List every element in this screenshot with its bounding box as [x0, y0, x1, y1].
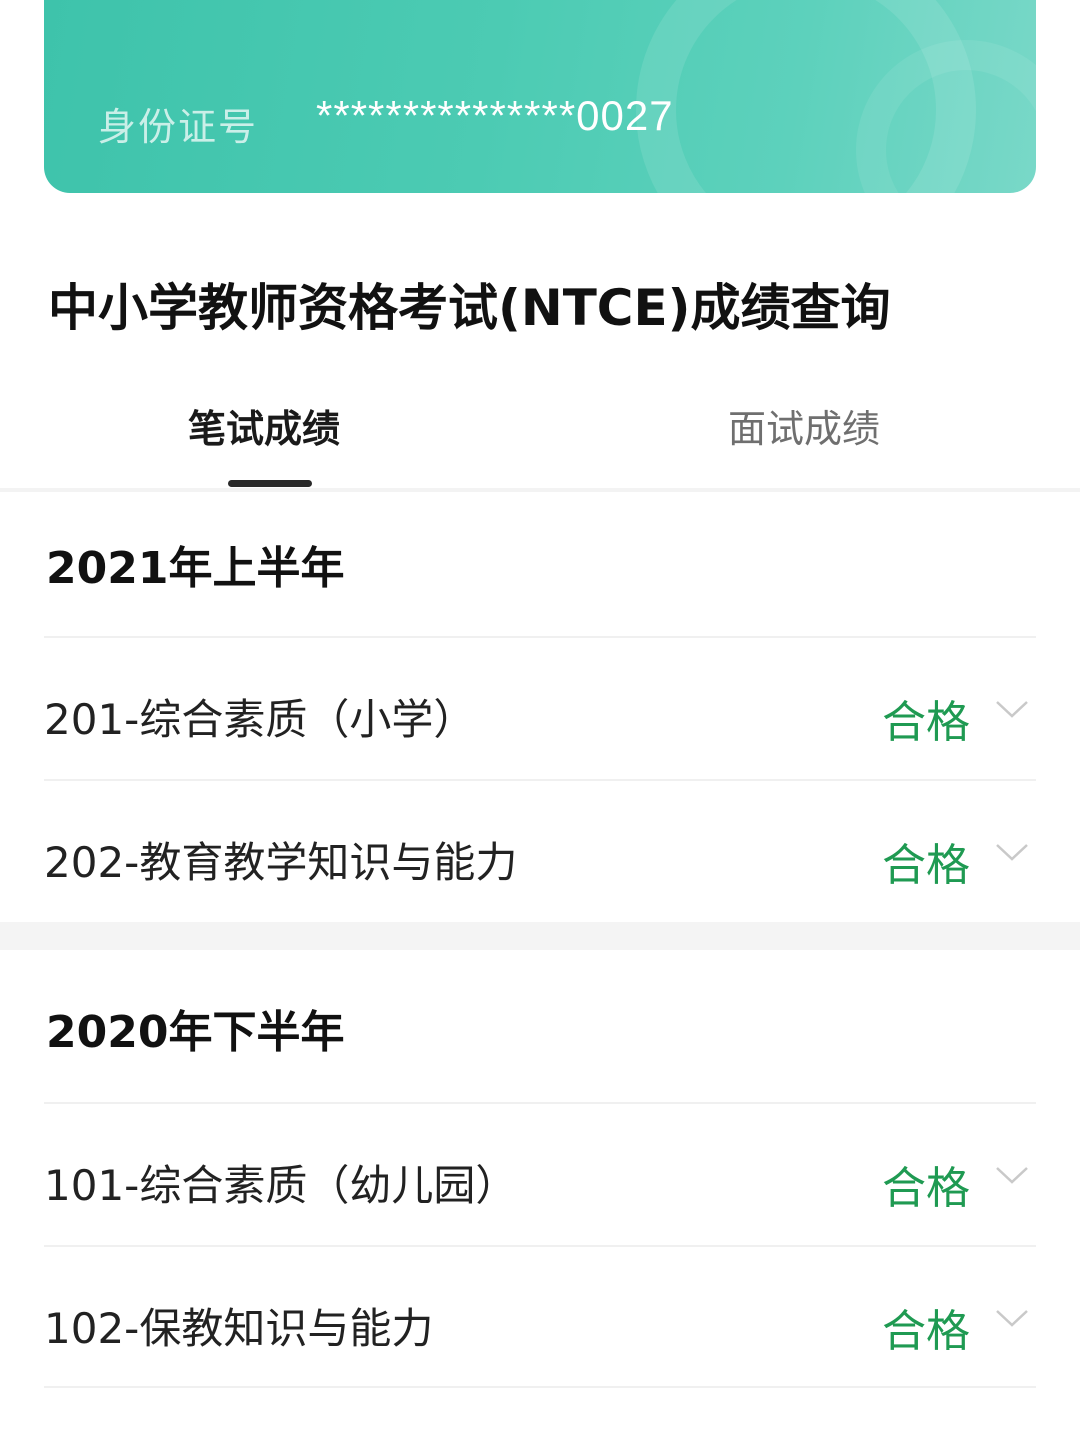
subject-row[interactable]: 102-保教知识与能力 合格 — [44, 1245, 1036, 1389]
id-card-banner: 身份证号 ***************0027 — [44, 0, 1036, 193]
section-divider — [0, 922, 1080, 950]
subject-row[interactable]: 101-综合素质（幼儿园） 合格 — [44, 1102, 1036, 1246]
status-badge: 合格 — [882, 697, 970, 748]
id-number-label: 身份证号 — [98, 105, 259, 149]
list-divider — [44, 1386, 1036, 1388]
tab-written-score[interactable]: 笔试成绩 — [188, 398, 340, 453]
status-badge: 合格 — [882, 1306, 970, 1357]
tab-bar: 笔试成绩 面试成绩 — [0, 380, 1080, 492]
subject-row[interactable]: 201-综合素质（小学） 合格 — [44, 636, 1036, 780]
subject-name: 202-教育教学知识与能力 — [44, 838, 518, 887]
section-title: 2020年下半年 — [46, 1007, 345, 1058]
subject-name: 102-保教知识与能力 — [44, 1304, 434, 1353]
chevron-down-icon[interactable] — [994, 1160, 1030, 1190]
subject-name: 201-综合素质（小学） — [44, 695, 476, 744]
active-tab-indicator — [228, 480, 312, 487]
page-title: 中小学教师资格考试(NTCE)成绩查询 — [48, 279, 891, 337]
id-number-value: ***************0027 — [316, 92, 674, 139]
subject-name: 101-综合素质（幼儿园） — [44, 1161, 518, 1210]
section-title: 2021年上半年 — [46, 543, 345, 594]
chevron-down-icon[interactable] — [994, 837, 1030, 867]
chevron-down-icon[interactable] — [994, 694, 1030, 724]
status-badge: 合格 — [882, 840, 970, 891]
status-badge: 合格 — [882, 1163, 970, 1214]
subject-row[interactable]: 202-教育教学知识与能力 合格 — [44, 779, 1036, 923]
chevron-down-icon[interactable] — [994, 1303, 1030, 1333]
tab-interview-score[interactable]: 面试成绩 — [728, 398, 880, 453]
